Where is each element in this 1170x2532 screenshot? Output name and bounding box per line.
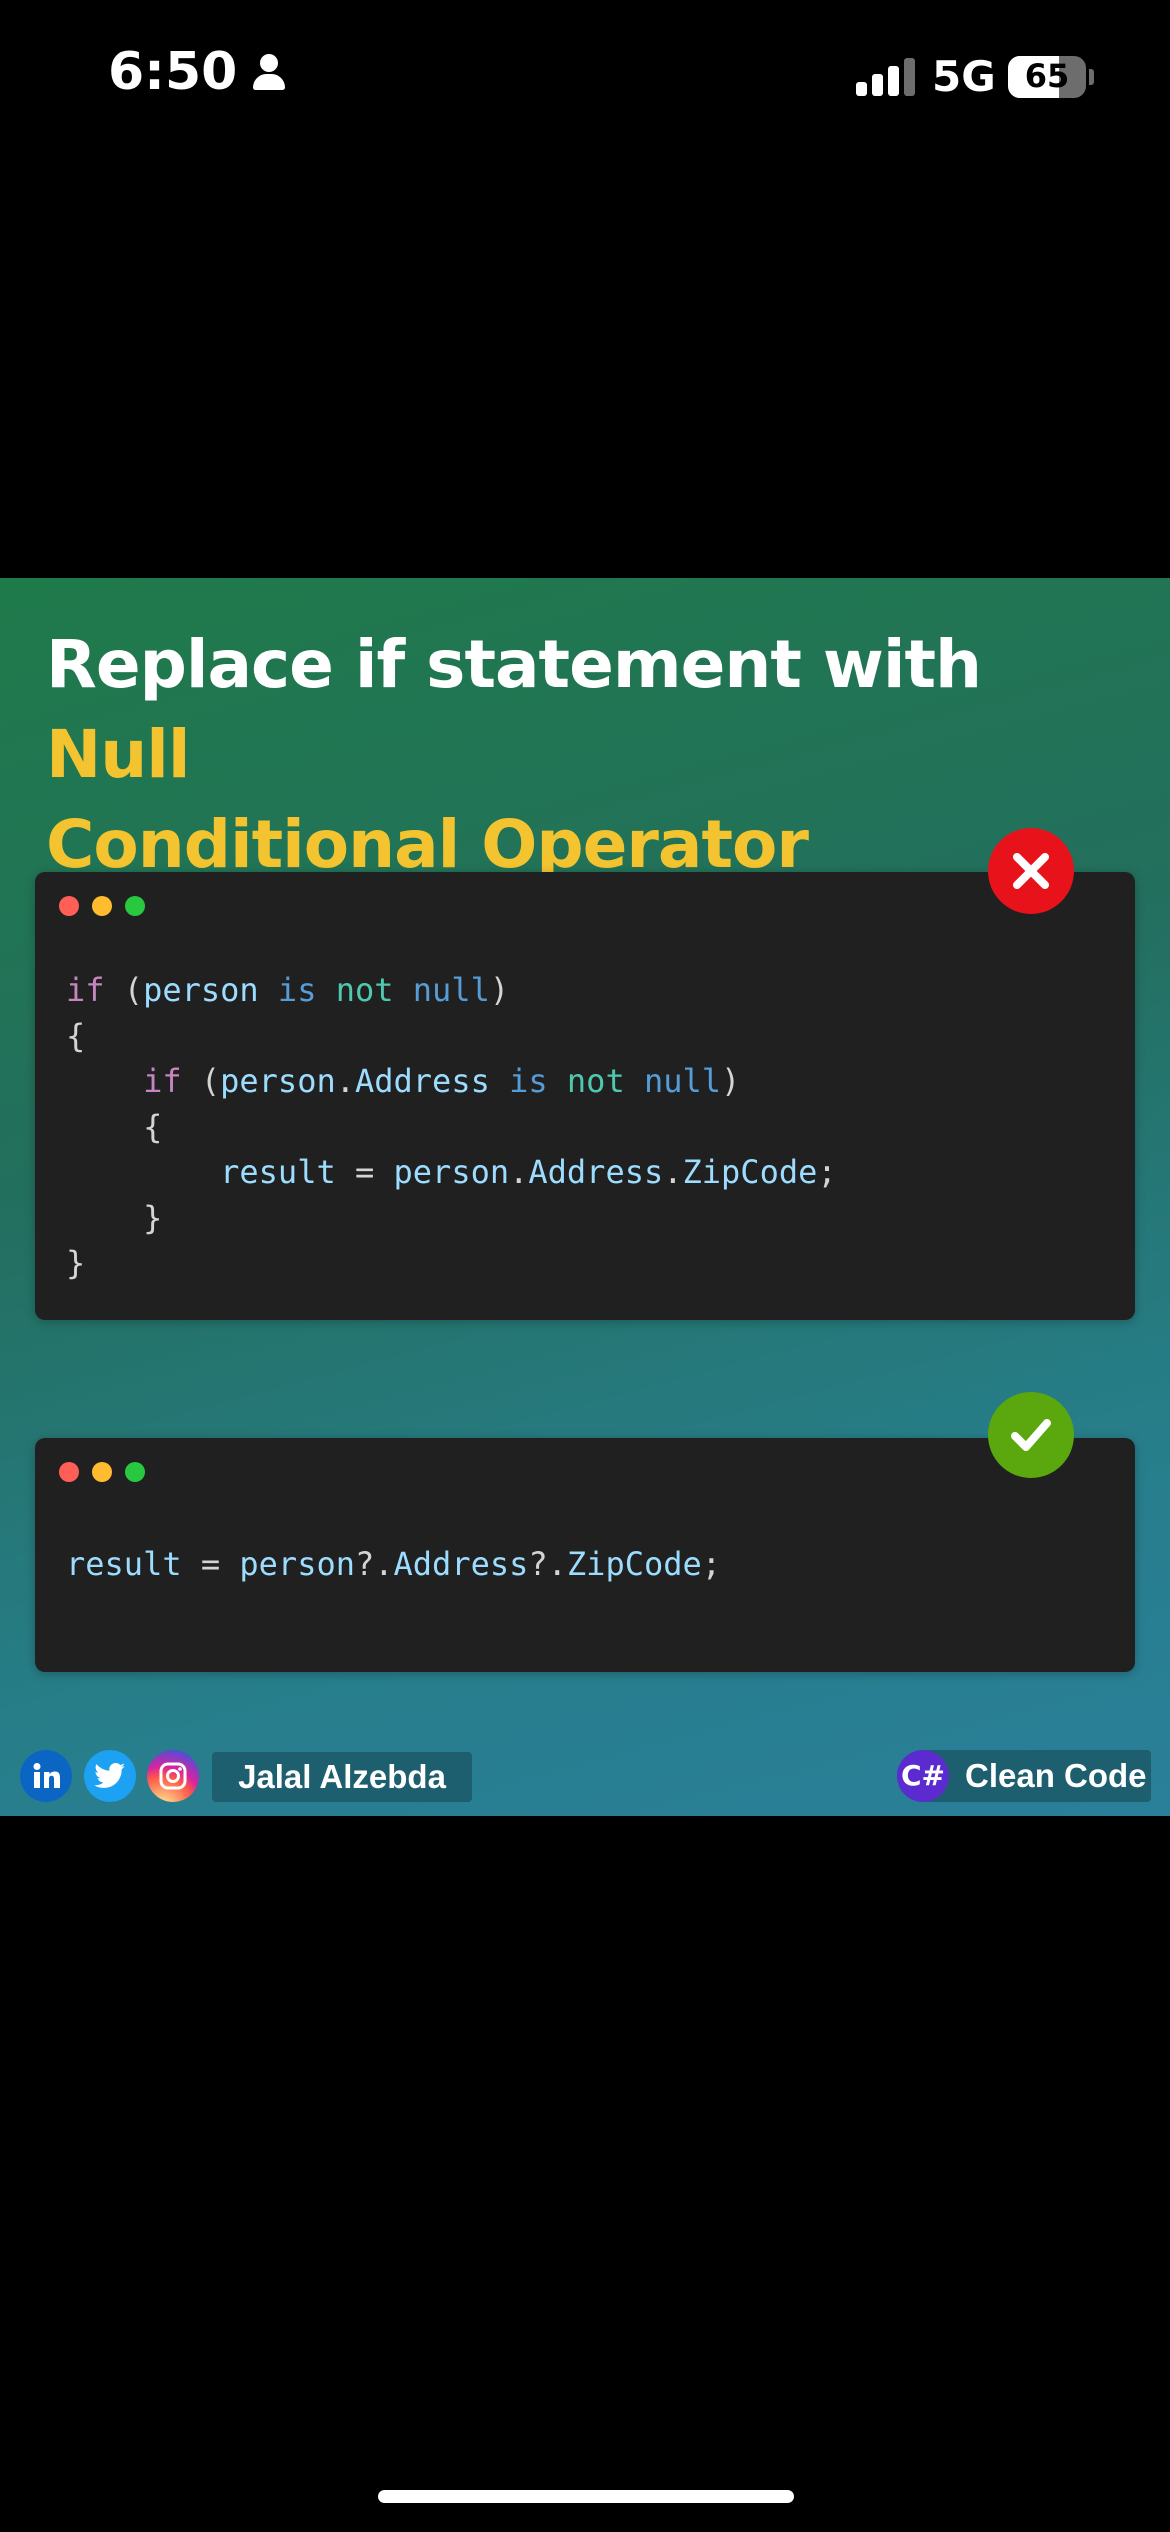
network-type: 5G: [932, 52, 996, 101]
code-block-bad: if (person is not null) { if (person.Add…: [66, 968, 837, 1287]
code-token: result: [66, 1545, 182, 1583]
status-bar-time: 6:50: [108, 42, 287, 102]
code-token: person: [143, 971, 259, 1009]
checkmark-icon: [988, 1392, 1074, 1478]
code-token: is: [509, 1062, 548, 1100]
code-token: person: [220, 1062, 336, 1100]
code-token: Address: [393, 1545, 529, 1583]
instagram-icon[interactable]: [147, 1750, 199, 1802]
post-image: Replace if statement with Null Condition…: [0, 578, 1170, 1816]
code-token: not: [566, 1062, 625, 1100]
code-token: =: [181, 1545, 240, 1583]
code-token: Address: [528, 1153, 664, 1191]
red-dot-icon: [59, 1462, 79, 1482]
code-token: not: [335, 971, 394, 1009]
code-token: {: [66, 1016, 86, 1055]
csharp-icon: C#: [897, 1750, 949, 1802]
brand-tag[interactable]: C# Clean Code: [897, 1750, 1151, 1802]
post-title: Replace if statement with Null Condition…: [46, 620, 1126, 890]
code-token: ?.: [528, 1545, 567, 1583]
code-window-bad: if (person is not null) { if (person.Add…: [35, 872, 1135, 1320]
code-token: }: [66, 1244, 86, 1282]
code-token: person: [239, 1545, 355, 1583]
battery-tip: [1089, 69, 1094, 85]
window-dots: [59, 1462, 145, 1482]
code-token: null: [643, 1062, 722, 1100]
code-token: result: [220, 1153, 336, 1191]
code-token: (: [104, 971, 144, 1009]
code-token: ): [721, 1062, 741, 1100]
yellow-dot-icon: [92, 896, 112, 916]
code-token: (: [181, 1062, 221, 1100]
battery-percent: 65: [1024, 57, 1070, 95]
time-text: 6:50: [108, 42, 238, 102]
code-token: ;: [817, 1153, 837, 1191]
code-token: Address: [354, 1062, 490, 1100]
code-token: .: [509, 1153, 529, 1191]
code-token: ZipCode: [682, 1153, 818, 1191]
linkedin-icon[interactable]: [20, 1750, 72, 1802]
yellow-dot-icon: [92, 1462, 112, 1482]
code-block-good: result = person?.Address?.ZipCode;: [66, 1542, 721, 1588]
code-token: =: [335, 1153, 394, 1191]
brand-label: Clean Code: [965, 1757, 1147, 1794]
code-token: null: [412, 971, 490, 1009]
code-token: ;: [701, 1545, 722, 1583]
title-accent-null: Null: [46, 716, 190, 793]
red-dot-icon: [59, 896, 79, 916]
green-dot-icon: [125, 896, 145, 916]
battery-icon: 65: [1008, 56, 1086, 98]
window-dots: [59, 896, 145, 916]
twitter-icon[interactable]: [84, 1750, 136, 1802]
title-plain: Replace if statement with: [46, 626, 982, 703]
code-token: {: [66, 1107, 163, 1146]
code-token: .: [335, 1062, 355, 1100]
code-token: if: [143, 1062, 182, 1100]
green-dot-icon: [125, 1462, 145, 1482]
code-window-good: result = person?.Address?.ZipCode;: [35, 1438, 1135, 1672]
code-token: }: [66, 1198, 163, 1237]
code-token: ?.: [354, 1545, 394, 1583]
person-icon: [251, 52, 287, 92]
code-token: person: [393, 1153, 510, 1191]
code-token: if: [66, 971, 105, 1009]
code-token: ): [489, 971, 510, 1009]
author-name-tag[interactable]: Jalal Alzebda: [212, 1752, 472, 1802]
home-indicator[interactable]: [378, 2490, 794, 2503]
code-token: ZipCode: [566, 1545, 702, 1583]
code-token: .: [663, 1153, 683, 1191]
x-mark-icon: [988, 828, 1074, 914]
cellular-signal-icon: [856, 58, 916, 96]
code-token: is: [277, 971, 317, 1009]
